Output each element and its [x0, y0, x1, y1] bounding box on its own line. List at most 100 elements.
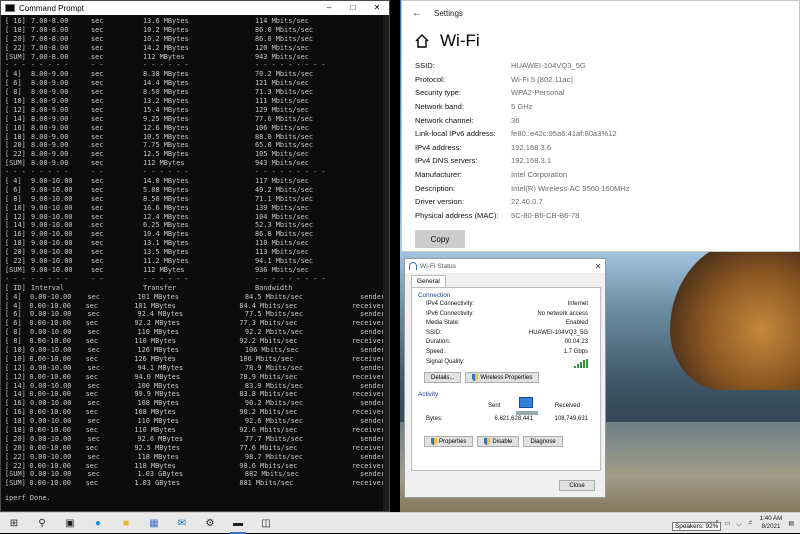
cmd-cell: receiver	[351, 390, 385, 399]
wifi-tray-icon[interactable]: ◡	[736, 520, 741, 527]
cmd-cell: [ 12]	[5, 372, 26, 381]
cmd-cell: [ 16]	[5, 17, 26, 25]
cmd-cell: receiver	[351, 354, 385, 363]
settings-gear-icon[interactable]: ⚙	[196, 513, 224, 534]
dialog-close-icon[interactable]: ✕	[591, 262, 605, 271]
minimize-button[interactable]: –	[317, 1, 341, 15]
cmd-cell: sec	[87, 310, 100, 319]
cmd-line: [ 6] 8.00-9.00 sec 14.4 MBytes 121 Mbits/sec	[5, 79, 385, 88]
cmd-cell: 0.00-10.00	[29, 461, 71, 470]
wifi-status-titlebar[interactable]: Wi-Fi Status ✕	[405, 259, 605, 273]
settings-window[interactable]: ← Settings Wi-Fi SSID: HUAWEI-104VQ3_5G Pr…	[401, 0, 800, 252]
cmd-cell: 108 MBytes	[134, 408, 176, 417]
cmd-cell: 77.3 Mbits/sec	[239, 319, 298, 328]
cmd-cell: 0.00-10.00	[29, 408, 71, 417]
wallpaper-cliff	[670, 240, 800, 390]
cmd-cell: [ 10]	[5, 345, 26, 354]
cmd-cell: 86.0 Mbits/sec	[255, 25, 314, 34]
cmd-line: [ 6] 0.00-10.00 sec 92.2 MBytes 77.3 Mbits/s…	[5, 319, 385, 328]
property-label: Protocol:	[415, 74, 445, 84]
connection-label: IPv4 Connectivity:	[426, 301, 475, 307]
cmd-cell: 9.00-10.00	[31, 239, 73, 248]
wifi-status-title: Wi-Fi Status	[420, 262, 456, 270]
cmd-cell: 10.2 MBytes	[143, 25, 189, 34]
back-arrow-icon[interactable]: ←	[412, 8, 426, 19]
network-app-icon[interactable]: ◫	[252, 513, 280, 534]
task-view-icon[interactable]: ▣	[56, 513, 84, 534]
clock[interactable]: 1:40 AM 8/2021	[760, 515, 783, 531]
cmd-output[interactable]: [ 16] 7.00-8.00 sec 13.6 MBytes 114 Mbits/se…	[1, 15, 389, 505]
property-row: Link-local IPv6 address: fe80::e42c:95a6:…	[415, 127, 630, 141]
cmd-line: [ 18] 8.00-9.00 sec 10.5 MBytes 88.0 Mbits/s…	[5, 133, 385, 142]
cmd-cell: sec	[91, 150, 104, 159]
copy-button[interactable]: Copy	[415, 230, 465, 249]
command-prompt-taskbar-icon[interactable]: ▬	[224, 513, 252, 534]
cmd-cell: 7.00-8.00	[31, 52, 69, 61]
property-value: 22.40.0.7	[511, 197, 543, 207]
close-button[interactable]: ✕	[365, 1, 389, 15]
cmd-cell: - - - - - -	[143, 61, 189, 70]
settings-titlebar[interactable]: ← Settings	[402, 1, 799, 25]
maximize-button[interactable]: □	[341, 1, 365, 15]
details-button[interactable]: Details...	[424, 372, 462, 384]
cmd-cell: sec	[85, 372, 99, 381]
battery-icon[interactable]: ▭	[725, 520, 731, 527]
close-dialog-button[interactable]: Close	[559, 480, 595, 491]
cmd-line: - - - - - - - - - - - - - - - - - - - - - - …	[5, 61, 385, 70]
cmd-cell: [ 20]	[5, 248, 26, 257]
cmd-cell: 92.2 MBytes	[134, 319, 180, 328]
command-prompt-window[interactable]: Command Prompt – □ ✕ [ 16] 7.00-8.00 sec 13…	[0, 0, 390, 512]
cmd-cell: [ ID]	[5, 283, 26, 292]
property-row: Network channel: 36	[415, 113, 630, 127]
diagnose-button[interactable]: Diagnose	[523, 436, 563, 448]
property-value: 192.168.3.1	[511, 156, 552, 166]
system-tray: ˄ ▭ ◡ ♬ 1:40 AM 8/2021 ▤	[715, 513, 800, 534]
store-icon[interactable]: ▦	[140, 513, 168, 534]
property-row: Driver version: 22.40.0.7	[415, 195, 630, 209]
file-explorer-icon[interactable]: ■	[112, 513, 140, 534]
cmd-cell: 1.03 GBytes	[137, 470, 184, 479]
start-windows-icon[interactable]: ⊞	[0, 513, 28, 534]
mail-icon[interactable]: ✉	[168, 513, 196, 534]
cmd-cell: 12.4 MBytes	[143, 212, 189, 221]
cmd-cell	[91, 284, 143, 293]
cmd-cell: 936 Mbits/sec	[255, 265, 309, 274]
connection-value: HUAWEI-104VQ3_5G	[528, 329, 588, 336]
home-icon[interactable]	[414, 33, 430, 49]
connection-row: IPv4 Connectivity: Internet	[412, 301, 600, 311]
tab-general[interactable]: General	[411, 275, 446, 287]
connection-row: Media State: Enabled	[412, 320, 600, 330]
cmd-line: [SUM] 8.00-9.00 sec 112 MBytes 943 Mbits/sec	[5, 159, 385, 168]
cmd-cell: 7.00-8.00	[31, 17, 69, 25]
cmd-cell: 112 MBytes	[143, 52, 185, 61]
property-value: WPA2-Personal	[511, 88, 565, 98]
cmd-cell: 8.00-9.00	[31, 105, 69, 114]
property-row: Manufacturer: Intel Corporation	[415, 168, 630, 182]
cmd-line: [ 16] 0.00-10.00 sec 108 MBytes 90.2 Mbits/s…	[5, 399, 385, 408]
property-label: Manufacturer:	[415, 170, 462, 180]
cmd-cell: 8.50 MBytes	[143, 194, 189, 203]
speaker-icon[interactable]: ♬	[748, 520, 754, 526]
edge-browser-icon[interactable]: ●	[84, 513, 112, 534]
property-row: IPv4 address: 192.168.3.6	[415, 141, 630, 155]
cmd-line: [ 14] 0.00-10.00 sec 100 MBytes 83.9 Mbits/s…	[5, 382, 385, 391]
cmd-scrollbar[interactable]	[383, 15, 389, 511]
cmd-cell: [ 22]	[5, 43, 26, 52]
notifications-icon[interactable]: ▤	[788, 520, 794, 527]
cmd-titlebar[interactable]: Command Prompt – □ ✕	[1, 1, 389, 15]
disable-button[interactable]: Disable	[477, 436, 520, 448]
wifi-status-dialog[interactable]: Wi-Fi Status ✕ General Connection IPv4 C…	[404, 258, 606, 498]
cmd-cell: - - - - - -	[143, 274, 189, 283]
cmd-cell: - - -	[5, 274, 26, 283]
cmd-cell: 49.2 Mbits/sec	[255, 185, 314, 194]
cmd-cell: sec	[91, 141, 104, 150]
cmd-line: [ 22] 7.00-8.00 sec 14.2 MBytes 120 Mbits/se…	[5, 44, 385, 53]
cmd-cell: [ 4]	[5, 177, 22, 186]
cmd-cell: 77.6 Mbits/sec	[255, 114, 314, 123]
properties-button[interactable]: Properties	[424, 436, 474, 448]
cmd-cell: 111 Mbits/sec	[255, 97, 309, 106]
connection-group-label: Connection	[418, 292, 451, 299]
search-icon[interactable]: ⚲	[28, 513, 56, 534]
wireless-properties-button[interactable]: Wireless Properties	[465, 372, 540, 384]
cmd-cell: receiver	[351, 337, 385, 346]
